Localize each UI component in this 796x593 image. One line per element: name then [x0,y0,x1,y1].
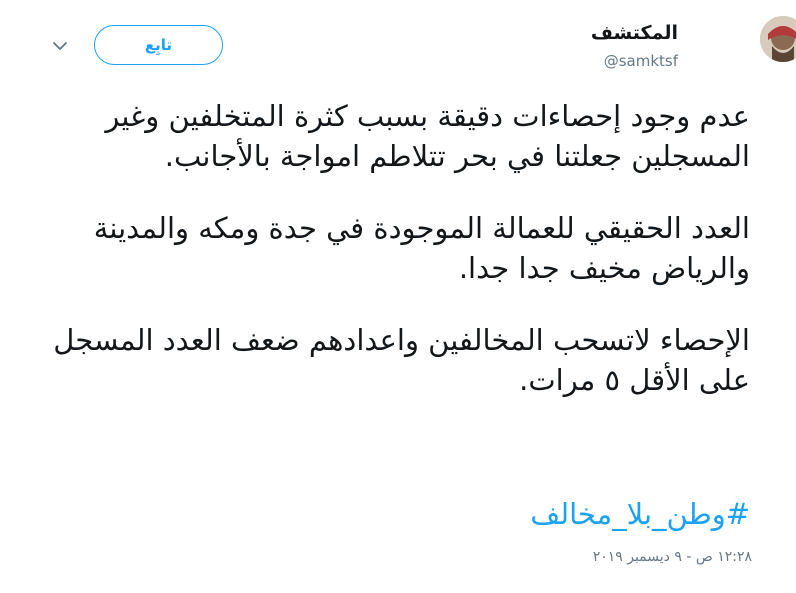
display-name[interactable]: المكتشف [591,22,678,44]
hashtag-link[interactable]: #وطن_بلا_مخالف [40,494,750,534]
tweet-paragraph: الإحصاء لاتسحب المخالفين واعدادهم ضعف ال… [53,323,750,397]
tweet-header: المكتشف @samktsf تابِع [0,0,796,90]
tweet-paragraph: عدم وجود إحصاءات دقيقة بسبب كثرة المتخلف… [105,99,750,173]
avatar[interactable] [760,16,796,62]
tweet-text: عدم وجود إحصاءات دقيقة بسبب كثرة المتخلف… [40,96,750,432]
follow-button[interactable]: تابِع [94,25,223,65]
tweet-timestamp[interactable]: ١٢:٢٨ ص - ٩ ديسمبر ٢٠١٩ [593,549,752,565]
tweet-paragraph: العدد الحقيقي للعمالة الموجودة في جدة وم… [93,211,750,285]
user-handle[interactable]: @samktsf [604,52,678,70]
chevron-down-icon[interactable] [50,36,70,56]
